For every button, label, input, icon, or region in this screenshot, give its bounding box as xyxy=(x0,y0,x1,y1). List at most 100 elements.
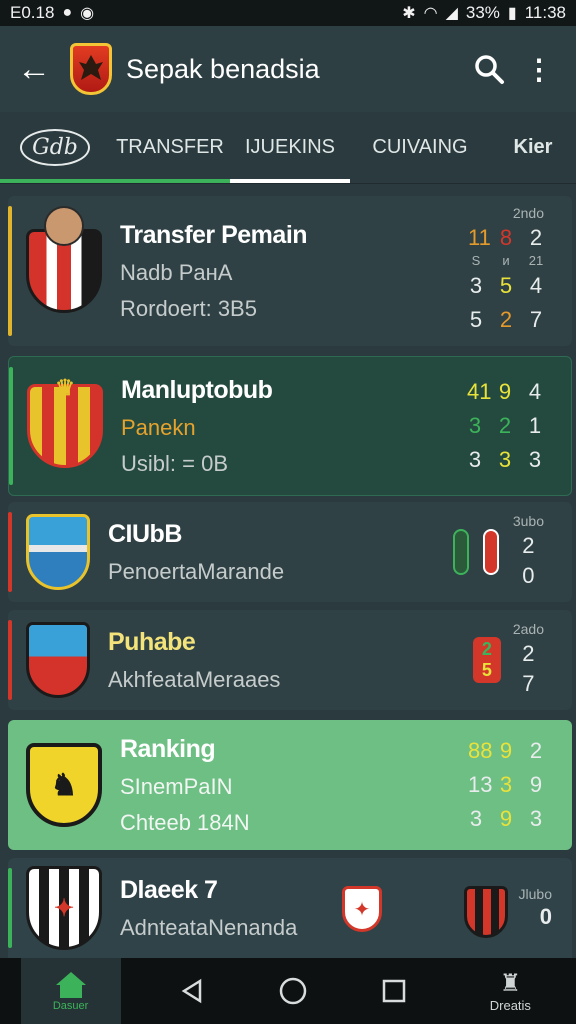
stat-cell: 2 xyxy=(529,738,543,763)
club-crest: ♞ xyxy=(26,743,102,827)
stat-cell: 9 xyxy=(499,738,513,763)
wifi-icon: ◠ xyxy=(423,5,438,22)
stat-cell: 3 xyxy=(498,447,512,472)
stat-cell: 5 xyxy=(481,660,492,680)
list-item-club[interactable]: ♛ Manluptobub Panekn Usibl: = 0B 41 9 4 … xyxy=(8,356,572,496)
bluetooth-icon: ✱ xyxy=(402,5,416,22)
club-crest: ✦ xyxy=(26,866,102,950)
list-item-club-2[interactable]: CIUbB PenoertaMarande 3ubo 2 0 xyxy=(8,502,572,602)
club-crest: ♛ xyxy=(27,375,103,468)
stat-cell: 11 xyxy=(468,225,491,250)
stat-row: 88 9 2 xyxy=(468,734,544,768)
status-left-text: E0.18 xyxy=(10,3,55,22)
card-stats: 88 9 2 13 3 9 3 9 3 xyxy=(468,720,544,850)
club-crest xyxy=(26,514,90,590)
list-item-transfer[interactable]: Transfer Pemain Nadb PaнA Rordoert: 3B5 … xyxy=(8,196,572,346)
score-badge: 2 5 xyxy=(472,637,501,683)
stat-cell: 0 xyxy=(539,904,552,929)
stat-cell: 3 xyxy=(528,447,542,472)
nav-home-label: Dasuer xyxy=(52,1000,89,1012)
nav-home-button[interactable] xyxy=(263,961,323,1021)
search-button[interactable] xyxy=(466,46,512,92)
status-bar: E0.18 ● ◉ ✱ ◠ ◢ 33% ▮ 11:38 xyxy=(0,0,576,26)
battery-percent: 33% xyxy=(465,3,500,22)
stat-cell: 2 xyxy=(499,307,513,332)
card-stats: 3ubo 2 0 xyxy=(452,502,544,602)
stat-cell: 88 xyxy=(468,738,493,763)
battery-icon: ▮ xyxy=(507,5,517,22)
stat-cell: и xyxy=(502,253,510,268)
stat-cell: 41 xyxy=(467,379,492,404)
stat-cell: 4 xyxy=(529,273,543,298)
tab-logo[interactable]: Gdb xyxy=(0,112,110,184)
back-button[interactable]: ← xyxy=(14,49,54,89)
stat-head: 2ado xyxy=(512,621,544,637)
badge-green-icon xyxy=(452,529,469,575)
card-stats: 41 9 4 3 2 1 3 3 3 xyxy=(467,357,543,495)
list-item-club-4[interactable]: ✦ Dlaeek 7 AdnteataNenanda ✦ Jlubo 0 xyxy=(8,858,572,958)
tab-logo-label: Gdb xyxy=(20,129,90,166)
opponent-crest: ✦ xyxy=(342,886,382,932)
stat-cell: S xyxy=(471,253,481,268)
nav-details[interactable]: ♜ Dreatis xyxy=(465,969,555,1013)
club-crest xyxy=(26,622,90,698)
stat-cell: 9 xyxy=(529,772,543,797)
arrow-left-icon: ← xyxy=(17,49,51,88)
notification-icon: ● xyxy=(62,4,73,21)
list-item-ranking[interactable]: ♞ Ranking SInemPaIN Chteeb 184N 88 9 2 1… xyxy=(8,720,572,850)
stat-row: 3 3 3 xyxy=(467,443,543,477)
tab-indicator-green xyxy=(0,179,230,183)
stat-row: 3 5 4 xyxy=(468,269,544,303)
eagle-icon: ✦ xyxy=(53,894,75,922)
stat-row: S и 21 xyxy=(468,253,544,269)
card-accent xyxy=(8,206,12,336)
card-accent xyxy=(8,512,12,592)
card-accent xyxy=(8,868,12,948)
stat-cell: 2 xyxy=(481,639,492,659)
stat-cell: 3 xyxy=(529,806,543,831)
stat-cell: 9 xyxy=(499,806,513,831)
more-menu-button[interactable]: ⋮ xyxy=(516,46,562,92)
stat-cell: 3 xyxy=(499,772,513,797)
card-stats: 2ndo 11 8 2 S и 21 3 5 4 5 2 7 xyxy=(468,196,544,346)
stat-cell: 8 xyxy=(499,225,513,250)
club-logo xyxy=(70,43,112,95)
crown-icon: ♛ xyxy=(55,375,75,400)
stat-cell: 21 xyxy=(528,253,544,268)
bottom-navigation: Dasuer ♜ Dreatis xyxy=(0,958,576,1024)
stat-cell: 5 xyxy=(469,307,483,332)
player-face xyxy=(44,206,84,246)
stat-row: 3 9 3 xyxy=(468,802,544,836)
stat-row: 13 3 9 xyxy=(468,768,544,802)
nav-recents-button[interactable] xyxy=(364,961,424,1021)
tab-ijuekins[interactable]: IJUEKINS xyxy=(230,112,350,184)
stat-cell: 0 xyxy=(522,563,535,588)
search-icon xyxy=(475,55,504,84)
nav-back-button[interactable] xyxy=(162,961,222,1021)
stat-cell: 5 xyxy=(499,273,513,298)
player-avatar xyxy=(26,206,102,313)
nav-details-label: Dreatis xyxy=(489,998,531,1013)
tab-transfer[interactable]: TRANSFER xyxy=(110,112,230,184)
tab-indicator-active xyxy=(230,179,350,183)
list-item-club-3[interactable]: Puhabe AkhfeataMeraaes 2 5 2ado 2 7 xyxy=(8,610,572,710)
card-stats: Jlubo 0 xyxy=(519,858,552,958)
stat-head: 2ndo xyxy=(512,205,544,221)
nav-home[interactable]: Dasuer xyxy=(20,958,121,1024)
notification-icon-2: ◉ xyxy=(80,5,95,22)
tab-kier[interactable]: Kier xyxy=(490,112,576,184)
stat-cell: 2 xyxy=(522,533,535,558)
circle-home-icon xyxy=(279,977,307,1005)
tab-cuivaing[interactable]: CUIVAING xyxy=(350,112,490,184)
stat-row: 41 9 4 xyxy=(467,375,543,409)
stat-cell: 2 xyxy=(522,641,535,666)
tab-bar: Gdb TRANSFER IJUEKINS CUIVAING Kier xyxy=(0,112,576,184)
stat-row: 11 8 2 xyxy=(468,223,544,253)
stat-cell: 2 xyxy=(529,225,543,250)
signal-icon: ◢ xyxy=(445,5,458,22)
stat-cell: 3 xyxy=(469,806,483,831)
badge-red-icon xyxy=(482,529,499,575)
clock: 11:38 xyxy=(524,3,566,22)
robot-icon: ♜ xyxy=(499,970,522,997)
triangle-back-icon xyxy=(181,978,202,1004)
